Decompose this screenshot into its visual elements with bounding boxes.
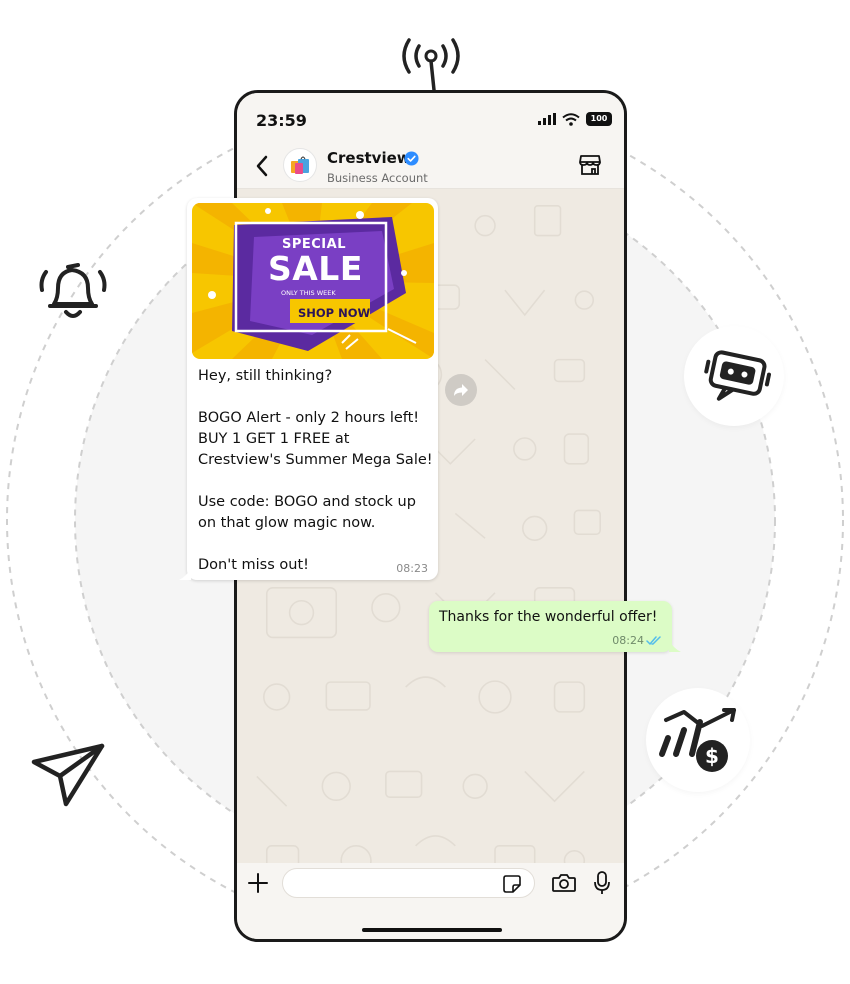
promo-cta[interactable]: SHOP NOW <box>298 306 370 320</box>
store-icon[interactable] <box>578 154 602 176</box>
message-time: 08:24 <box>612 634 644 647</box>
back-icon[interactable] <box>255 155 269 177</box>
bell-icon <box>34 250 112 332</box>
composer-bar <box>237 863 624 939</box>
battery-indicator: 100 <box>586 112 612 126</box>
message-paragraph: Use code: BOGO and stock up on that glow… <box>198 494 421 531</box>
mic-icon[interactable] <box>593 870 611 896</box>
double-check-icon <box>646 635 661 645</box>
promo-line3: ONLY THIS WEEK <box>281 289 336 297</box>
outgoing-text: Thanks for the wonderful offer! <box>439 609 658 625</box>
forward-icon <box>454 384 468 396</box>
incoming-message[interactable]: SPECIAL SALE ONLY THIS WEEK SHOP NOW Hey… <box>179 198 438 580</box>
svg-text:$: $ <box>705 744 719 768</box>
status-bar: 23:59 100 <box>237 93 624 143</box>
plus-icon[interactable] <box>247 872 269 894</box>
business-name[interactable]: Crestview <box>327 149 411 167</box>
message-paragraph: BOGO Alert - only 2 hours left! BUY 1 GE… <box>198 410 433 468</box>
bubble-tail <box>179 568 191 580</box>
message-time: 08:23 <box>396 562 428 575</box>
camera-icon[interactable] <box>551 872 577 894</box>
shopping-bags-icon <box>291 156 309 174</box>
sticker-icon[interactable] <box>502 874 522 894</box>
message-body: Hey, still thinking? BOGO Alert - only 2… <box>198 366 434 576</box>
signal-icon <box>538 113 556 125</box>
home-indicator <box>362 928 502 932</box>
avatar[interactable] <box>283 148 317 182</box>
promo-image[interactable]: SPECIAL SALE ONLY THIS WEEK SHOP NOW <box>192 203 434 359</box>
outgoing-message[interactable]: Thanks for the wonderful offer! 08:24 <box>429 601 681 652</box>
bot-icon <box>700 342 774 414</box>
message-input[interactable] <box>282 868 535 898</box>
forward-button[interactable] <box>445 374 477 406</box>
chat-header: Crestview Business Account <box>237 143 624 189</box>
message-paragraph: Hey, still thinking? <box>198 368 333 384</box>
promo-line2: SALE <box>268 249 363 288</box>
status-icons: 100 <box>538 112 612 126</box>
money-growth-icon: $ <box>656 708 742 782</box>
status-time: 23:59 <box>256 111 307 130</box>
bubble-tail <box>669 640 681 652</box>
outgoing-meta: 08:24 <box>612 634 662 647</box>
verified-icon <box>404 151 419 166</box>
broadcast-icon <box>397 34 465 96</box>
wifi-icon <box>562 112 580 126</box>
send-icon <box>30 740 106 814</box>
business-subtitle: Business Account <box>327 171 428 185</box>
